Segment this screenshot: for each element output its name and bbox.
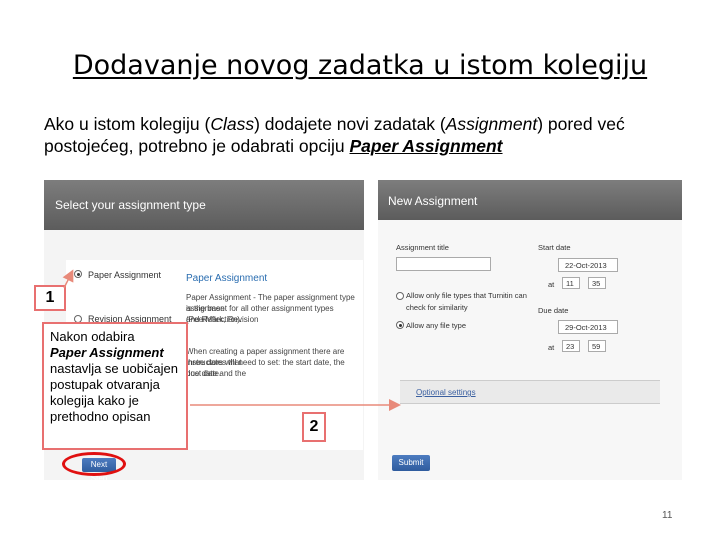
start-minute-value: 35 [592, 279, 601, 288]
note-emphasis: Paper Assignment [50, 345, 164, 360]
due-date-input[interactable]: 29-Oct-2013 [558, 320, 618, 334]
slide-title: Dodavanje novog zadatka u istom kolegiju [72, 50, 648, 81]
due-date-label: Due date [538, 306, 569, 315]
start-hour-value: 11 [566, 279, 574, 288]
new-assignment-header: New Assignment [378, 180, 682, 220]
optional-settings-bar[interactable]: Optional settings [400, 380, 660, 404]
due-minute-select[interactable]: 59 [588, 340, 606, 352]
new-assignment-header-text: New Assignment [388, 194, 478, 208]
restricted-file-type-label: Allow only file types that Turnitin can [406, 291, 527, 300]
next-step-highlight-oval [62, 452, 126, 476]
desc-line: post date. [186, 369, 222, 378]
page-number: 11 [662, 510, 673, 521]
restricted-file-type-label-2: check for similarity [406, 303, 468, 312]
intro-highlight: Paper Assignment [349, 136, 503, 156]
any-file-type-radio[interactable] [396, 321, 404, 329]
start-hour-select[interactable]: 11 [562, 277, 580, 289]
intro-part: ) dodajete novi zadatak ( [254, 114, 446, 134]
start-date-value: 22-Oct-2013 [565, 261, 607, 270]
due-minute-value: 59 [592, 342, 601, 351]
submit-button[interactable]: Submit [392, 455, 430, 471]
start-at-label: at [548, 280, 555, 289]
due-at-label: at [548, 343, 555, 352]
intro-text: Ako u istom kolegiju (Class) dodajete no… [44, 113, 694, 157]
paper-assignment-desc-title: Paper Assignment [186, 273, 268, 284]
any-file-type-label: Allow any file type [406, 321, 467, 330]
new-assignment-screenshot: New Assignment Assignment title Start da… [378, 180, 682, 480]
assignment-type-header: Select your assignment type [44, 180, 364, 230]
note-line: Nakon odabira [50, 329, 135, 344]
start-minute-select[interactable]: 35 [588, 277, 606, 289]
optional-settings-link[interactable]: Optional settings [416, 388, 476, 397]
callout-label-1: 1 [34, 285, 66, 311]
intro-part: Ako u istom kolegiju ( [44, 114, 211, 134]
start-date-input[interactable]: 22-Oct-2013 [558, 258, 618, 272]
intro-assignment-word: Assignment [445, 114, 538, 134]
paper-assignment-radio[interactable] [74, 270, 82, 278]
paper-assignment-option[interactable]: Paper Assignment [88, 270, 161, 280]
assignment-title-input[interactable] [396, 257, 491, 271]
callout-label-2: 2 [302, 412, 326, 442]
desc-line: and Reflection). [186, 315, 243, 324]
note-rest: nastavlja se uobičajen postupak otvaranj… [50, 361, 178, 424]
assignment-title-label: Assignment title [396, 243, 449, 252]
due-date-value: 29-Oct-2013 [565, 323, 607, 332]
start-date-label: Start date [538, 243, 571, 252]
due-hour-value: 23 [566, 342, 575, 351]
intro-class-word: Class [210, 114, 255, 134]
assignment-type-header-text: Select your assignment type [55, 198, 206, 212]
due-hour-select[interactable]: 23 [562, 340, 580, 352]
restricted-file-type-radio[interactable] [396, 292, 404, 300]
callout-note: Nakon odabira Paper Assignment nastavlja s… [42, 322, 188, 450]
